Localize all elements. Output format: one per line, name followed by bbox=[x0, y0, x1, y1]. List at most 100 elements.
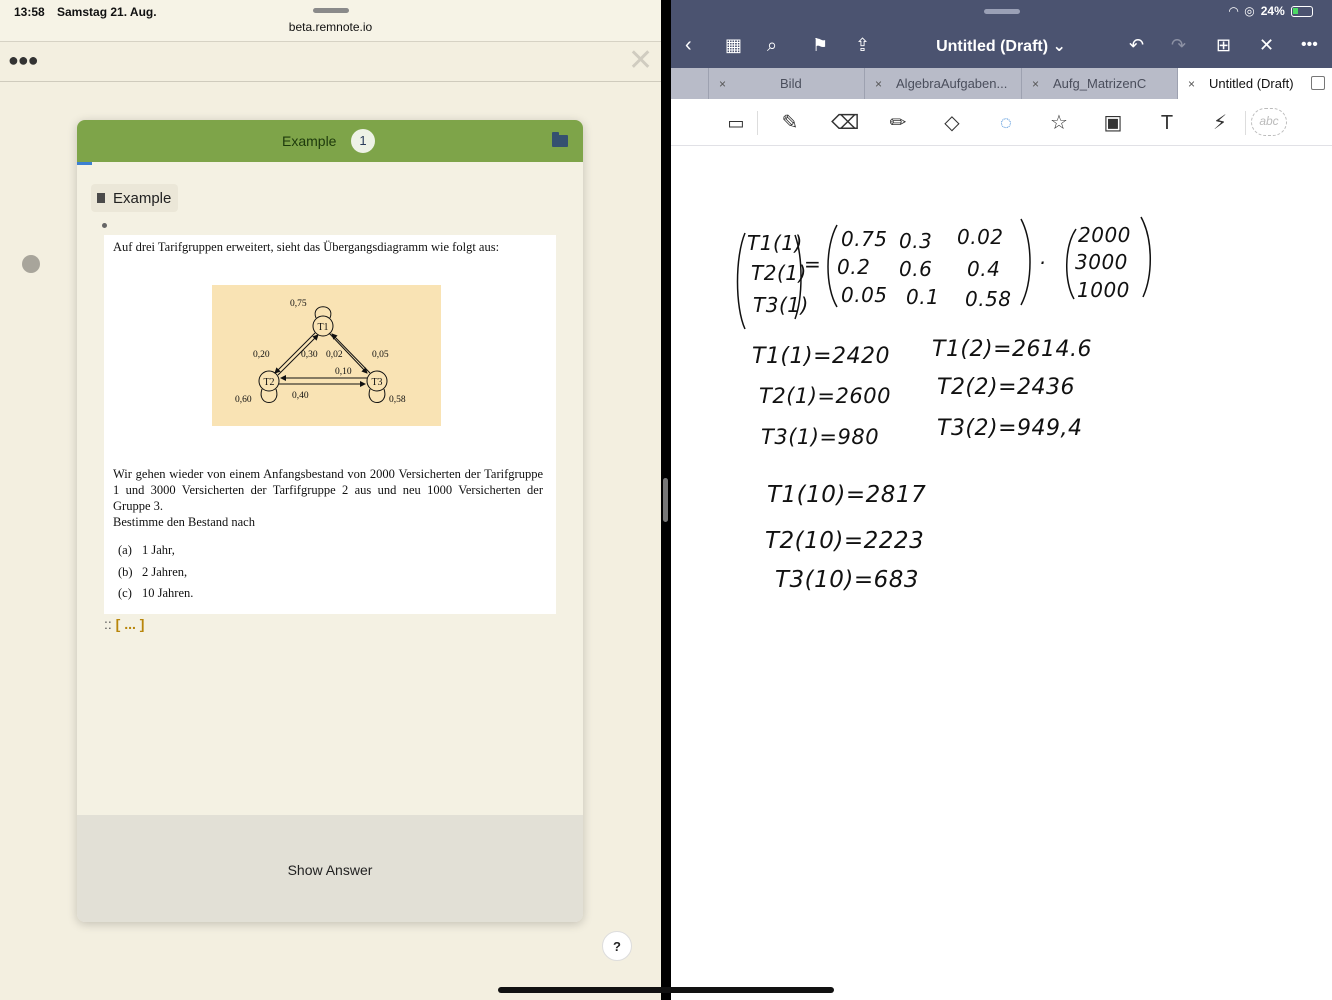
transition-diagram: T1 T2 T3 0,75 0,60 0,58 0,20 0,30 0,02 0… bbox=[212, 285, 441, 426]
rem-title: Example bbox=[113, 189, 172, 207]
label-t2-self: 0,60 bbox=[235, 395, 252, 405]
answer-area[interactable]: Show Answer bbox=[77, 815, 583, 922]
pen-off-icon[interactable]: ✕ bbox=[1259, 34, 1274, 56]
label-t3-self: 0,58 bbox=[389, 395, 406, 405]
card-count-badge: 1 bbox=[351, 129, 375, 153]
hw-m21: 0.2 bbox=[837, 255, 871, 279]
node-label-t1: T1 bbox=[317, 322, 328, 333]
undo-icon[interactable]: ↶ bbox=[1129, 34, 1144, 56]
remnote-pane: 13:58 Samstag 21. Aug. beta.remnote.io ●… bbox=[0, 0, 661, 1000]
document-tabs: × Bild × AlgebraAufgaben... × Aufg_Matri… bbox=[671, 68, 1332, 99]
laser-pointer-icon[interactable]: ⚡ bbox=[1207, 110, 1233, 136]
help-button[interactable]: ? bbox=[602, 931, 632, 961]
hw-dot: · bbox=[1039, 251, 1046, 275]
list-item: (b) 2 Jahren, bbox=[118, 564, 188, 579]
question-items: (a) 1 Jahr, (b) 2 Jahren, (c) 10 Jahren. bbox=[118, 540, 193, 605]
question-paragraph-1: Auf drei Tarifgruppen erweitert, sieht d… bbox=[113, 240, 500, 254]
lasso-icon[interactable]: ◌ bbox=[993, 110, 1019, 136]
status-time: 13:58 bbox=[14, 5, 45, 19]
bookmark-icon[interactable]: ⚑ bbox=[812, 34, 828, 56]
read-mode-icon[interactable]: ▭ bbox=[723, 110, 749, 136]
tab-close-icon[interactable]: × bbox=[1032, 77, 1039, 91]
hw-m13: 0.02 bbox=[957, 225, 1004, 249]
more-dots-icon[interactable]: ●●● bbox=[8, 50, 39, 71]
notes-top-bar: ◠ ◎ 24% ‹ ▦ ⌕ ⚑ ⇪ Untitled (Draft) ⌄ ↶ ↷… bbox=[671, 0, 1332, 68]
hw-t1-2: T1(2)=2614.6 bbox=[932, 337, 1093, 362]
folder-icon[interactable] bbox=[552, 132, 568, 147]
tab-untitled-draft[interactable]: × Untitled (Draft) bbox=[1177, 68, 1332, 99]
pen-icon[interactable]: ✎ bbox=[777, 110, 803, 136]
label-t1-t3: 0,05 bbox=[372, 350, 389, 360]
node-label-t2: T2 bbox=[263, 377, 274, 388]
add-page-icon[interactable]: ⊞ bbox=[1216, 34, 1231, 56]
hw-v2: 3000 bbox=[1075, 250, 1128, 274]
card-title: Example bbox=[282, 133, 337, 149]
hw-v3: 1000 bbox=[1077, 278, 1130, 302]
card-header: Example 1 bbox=[77, 120, 583, 162]
tab-close-icon[interactable]: × bbox=[1188, 77, 1195, 91]
list-item: (a) 1 Jahr, bbox=[118, 543, 175, 557]
multitask-grabber-right[interactable] bbox=[984, 9, 1020, 14]
show-answer-button[interactable]: Show Answer bbox=[77, 862, 583, 878]
rem-title-chip[interactable]: Example bbox=[91, 184, 179, 212]
hw-lhs-t3: T3(1) bbox=[753, 293, 809, 317]
split-divider-handle[interactable] bbox=[663, 478, 668, 522]
hw-t2-10: T2(10)=2223 bbox=[765, 528, 925, 554]
text-tool-icon[interactable]: T bbox=[1154, 110, 1180, 136]
hw-m23: 0.4 bbox=[967, 257, 1001, 281]
search-icon[interactable]: ⌕ bbox=[767, 34, 777, 56]
right-status: ◠ ◎ 24% bbox=[1229, 4, 1313, 18]
left-status-bar: 13:58 Samstag 21. Aug. beta.remnote.io bbox=[0, 0, 661, 42]
hw-lhs-t1: T1(1) bbox=[747, 231, 803, 255]
orientation-lock-icon: ◎ bbox=[1244, 4, 1255, 18]
bullet[interactable] bbox=[102, 223, 107, 228]
home-indicator[interactable] bbox=[498, 987, 834, 993]
back-chevron-icon[interactable]: ‹ bbox=[685, 34, 692, 56]
tab-close-icon[interactable]: × bbox=[719, 77, 726, 91]
status-date: Samstag 21. Aug. bbox=[57, 5, 157, 19]
multitask-grabber[interactable] bbox=[313, 8, 349, 13]
split-view-icon[interactable] bbox=[1311, 76, 1325, 90]
hw-t3-10: T3(10)=683 bbox=[775, 567, 920, 593]
hw-v1: 2000 bbox=[1078, 223, 1131, 247]
question-image: Auf drei Tarifgruppen erweitert, sieht d… bbox=[104, 235, 556, 614]
tab-bild[interactable]: × Bild bbox=[708, 68, 864, 99]
hw-t3-1: T3(1)=980 bbox=[761, 425, 880, 449]
note-canvas[interactable]: T1(1) T2(1) T3(1) = 0.75 0.3 0.02 0.2 0.… bbox=[671, 147, 1332, 1000]
eraser-icon[interactable]: ⌫ bbox=[831, 110, 859, 136]
question-paragraph-2: Wir gehen wieder von einem Anfangsbestan… bbox=[113, 467, 543, 529]
hw-m33: 0.58 bbox=[965, 287, 1012, 311]
node-label-t3: T3 bbox=[371, 377, 382, 388]
drawing-tools: ▭ ✎ ⌫ ✏ ◇ ◌ ☆ ▣ T ⚡ abc bbox=[671, 99, 1332, 146]
flashcard: Example 1 Example Auf drei Tarifgruppen … bbox=[77, 120, 583, 922]
hw-t3-2: T3(2)=949,4 bbox=[937, 416, 1083, 441]
handwriting-recognition-icon[interactable]: abc bbox=[1251, 108, 1287, 136]
left-toolbar: ●●● ✕ bbox=[0, 42, 661, 82]
cloze-answer[interactable]: :: [ ... ] bbox=[104, 616, 144, 632]
battery-icon bbox=[1290, 5, 1313, 17]
grid-icon[interactable]: ▦ bbox=[725, 34, 742, 56]
shapes-icon[interactable]: ◇ bbox=[939, 110, 965, 136]
redo-icon[interactable]: ↷ bbox=[1171, 34, 1186, 56]
document-title[interactable]: Untitled (Draft) ⌄ bbox=[911, 36, 1091, 56]
highlighter-icon[interactable]: ✏ bbox=[885, 110, 911, 136]
url-bar[interactable]: beta.remnote.io bbox=[0, 20, 661, 34]
image-icon[interactable]: ▣ bbox=[1100, 110, 1126, 136]
label-t3-t1: 0,02 bbox=[326, 350, 343, 360]
tab-algebra[interactable]: × AlgebraAufgaben... bbox=[864, 68, 1021, 99]
sticker-icon[interactable]: ☆ bbox=[1046, 110, 1072, 136]
hw-t1-1: T1(1)=2420 bbox=[752, 344, 891, 369]
tab-aufg-matrizen[interactable]: × Aufg_MatrizenC bbox=[1021, 68, 1177, 99]
sidebar-handle[interactable] bbox=[22, 255, 40, 273]
notes-pane: ◠ ◎ 24% ‹ ▦ ⌕ ⚑ ⇪ Untitled (Draft) ⌄ ↶ ↷… bbox=[671, 0, 1332, 1000]
more-icon[interactable]: ••• bbox=[1301, 34, 1318, 56]
close-icon[interactable]: ✕ bbox=[628, 46, 653, 76]
hw-equals: = bbox=[804, 252, 822, 276]
list-item: (c) 10 Jahren. bbox=[118, 586, 194, 600]
hw-lhs-t2: T2(1) bbox=[751, 261, 807, 285]
hw-m31: 0.05 bbox=[841, 283, 888, 307]
hw-m12: 0.3 bbox=[899, 229, 933, 253]
tab-close-icon[interactable]: × bbox=[875, 77, 882, 91]
share-icon[interactable]: ⇪ bbox=[855, 34, 870, 56]
hw-m22: 0.6 bbox=[899, 257, 933, 281]
